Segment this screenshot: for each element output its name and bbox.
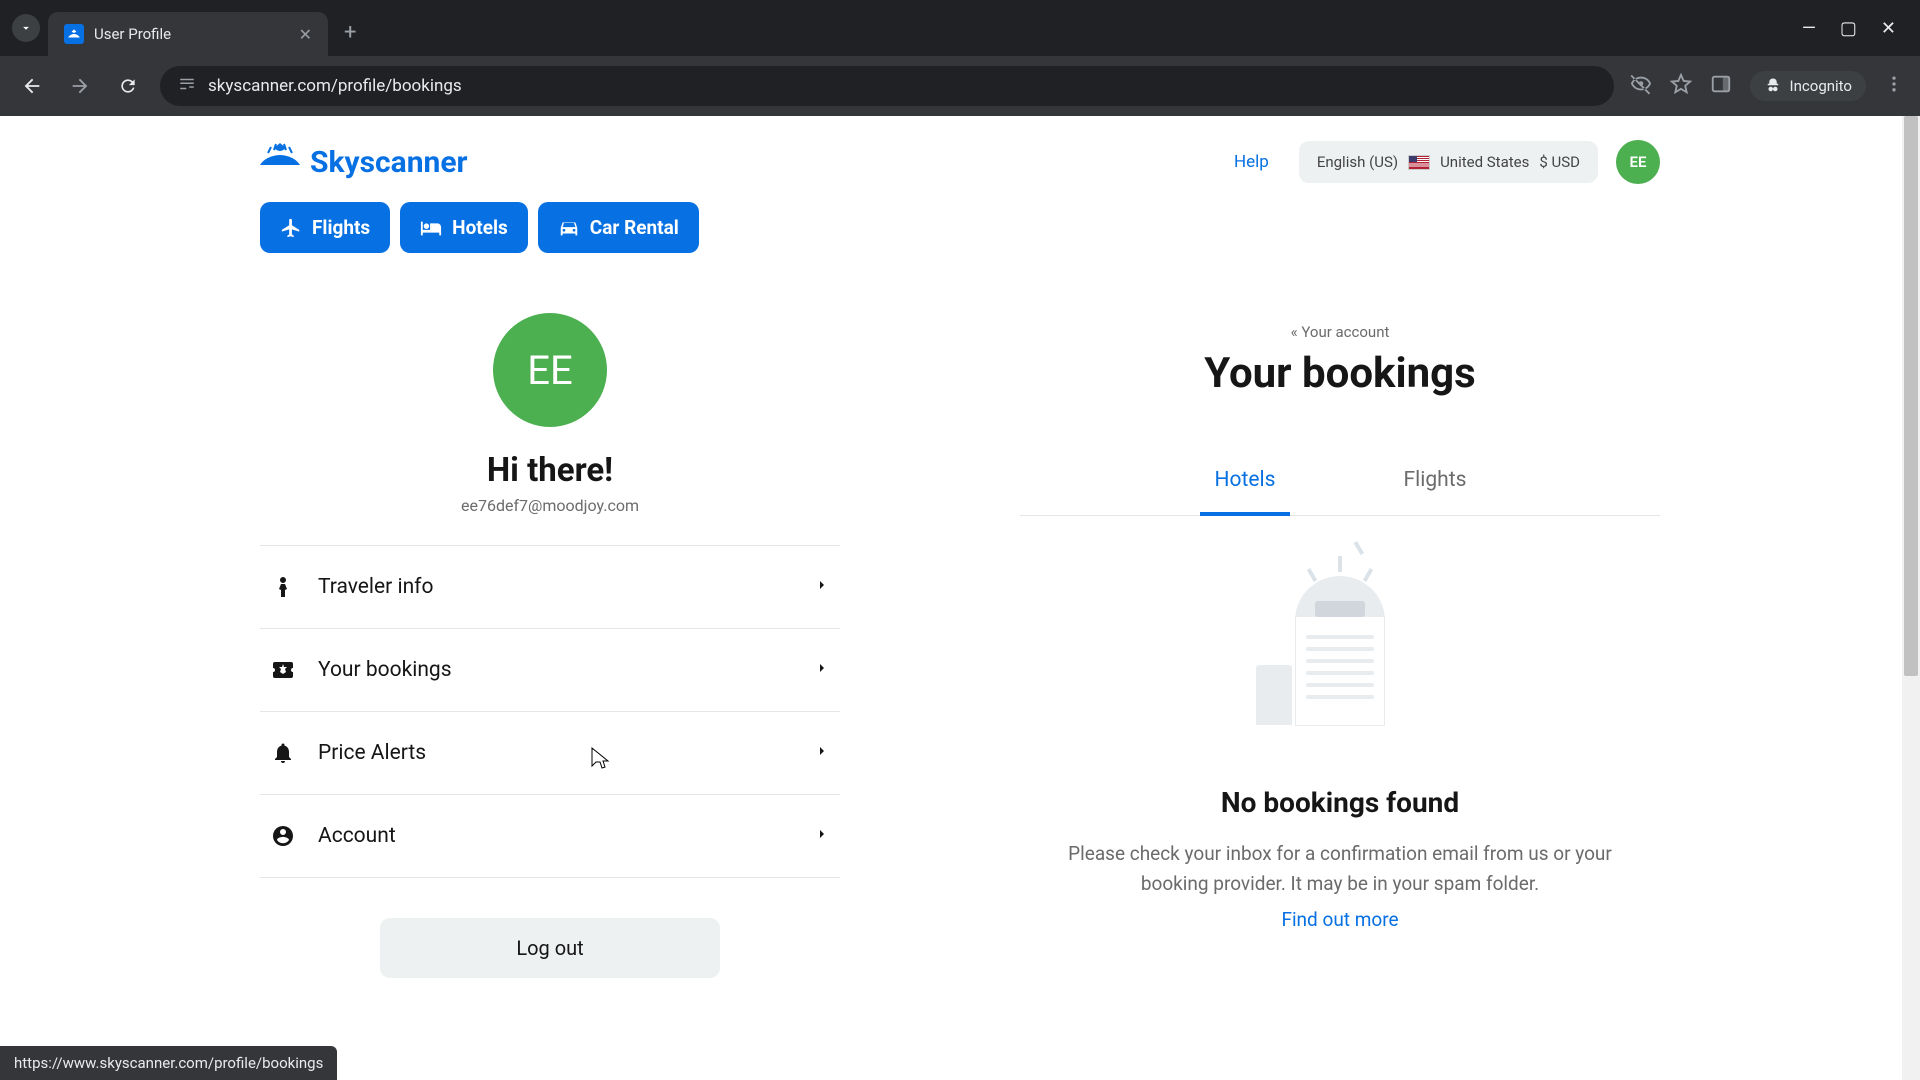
site-header: Skyscanner Help English (US) United Stat…	[260, 140, 1660, 184]
person-icon	[270, 574, 296, 600]
tab-flights[interactable]: Flights	[1390, 448, 1480, 515]
url-field[interactable]: skyscanner.com/profile/bookings	[160, 66, 1614, 106]
forward-button[interactable]	[64, 70, 96, 102]
empty-title: No bookings found	[1040, 786, 1640, 819]
maximize-icon[interactable]: ▢	[1840, 18, 1857, 39]
close-window-icon[interactable]: ✕	[1881, 18, 1896, 39]
minimize-icon[interactable]: —	[1802, 18, 1816, 39]
chevron-right-icon	[814, 577, 830, 597]
menu-your-bookings[interactable]: Your bookings	[260, 629, 840, 712]
brand-logo-icon	[260, 143, 300, 181]
menu-alerts-label: Price Alerts	[318, 741, 792, 765]
menu-price-alerts[interactable]: Price Alerts	[260, 712, 840, 795]
address-bar: skyscanner.com/profile/bookings Incognit…	[0, 56, 1920, 116]
find-out-more-link[interactable]: Find out more	[1281, 908, 1398, 931]
breadcrumb[interactable]: « Your account	[1020, 323, 1660, 341]
ticket-icon	[270, 657, 296, 683]
empty-illustration-icon	[1255, 576, 1425, 746]
locale-language: English (US)	[1317, 153, 1398, 171]
product-nav: Flights Hotels Car Rental	[260, 202, 1660, 253]
bookmark-star-icon[interactable]	[1670, 73, 1692, 99]
tab-favicon-icon	[64, 24, 84, 44]
nav-carrental-label: Car Rental	[590, 216, 679, 239]
brand-logo[interactable]: Skyscanner	[260, 143, 468, 181]
account-circle-icon	[270, 823, 296, 849]
nav-flights-label: Flights	[312, 216, 370, 239]
address-bar-icons: Incognito	[1630, 71, 1904, 101]
window-controls: — ▢ ✕	[1802, 18, 1908, 39]
logout-button[interactable]: Log out	[380, 918, 720, 978]
tab-bar: User Profile ✕ + — ▢ ✕	[0, 0, 1920, 56]
page-title: Your bookings	[1020, 349, 1660, 398]
profile-sidebar: EE Hi there! ee76def7@moodjoy.com Travel…	[260, 313, 840, 978]
locale-selector[interactable]: English (US) United States $ USD	[1299, 141, 1598, 183]
site-settings-icon[interactable]	[178, 75, 196, 98]
help-link[interactable]: Help	[1222, 144, 1281, 180]
bookings-tabs: Hotels Flights	[1020, 448, 1660, 516]
brand-name: Skyscanner	[310, 145, 468, 180]
kebab-menu-icon[interactable]	[1884, 74, 1904, 98]
tab-search-dropdown[interactable]	[12, 14, 40, 42]
browser-chrome: User Profile ✕ + — ▢ ✕ skyscanner.com/pr…	[0, 0, 1920, 116]
nav-hotels-label: Hotels	[452, 216, 508, 239]
side-panel-icon[interactable]	[1710, 73, 1732, 99]
bell-icon	[270, 740, 296, 766]
menu-account-label: Account	[318, 824, 792, 848]
flag-us-icon	[1408, 155, 1430, 170]
plane-icon	[280, 217, 302, 239]
chevron-right-icon	[814, 660, 830, 680]
tab-close-icon[interactable]: ✕	[299, 25, 312, 44]
menu-account[interactable]: Account	[260, 795, 840, 878]
incognito-label: Incognito	[1790, 77, 1852, 95]
bed-icon	[420, 217, 442, 239]
browser-tab[interactable]: User Profile ✕	[48, 12, 328, 56]
locale-currency: $ USD	[1539, 153, 1580, 171]
empty-state: No bookings found Please check your inbo…	[1040, 576, 1640, 931]
profile-block: EE Hi there! ee76def7@moodjoy.com	[260, 313, 840, 515]
nav-hotels[interactable]: Hotels	[400, 202, 528, 253]
tab-title: User Profile	[94, 25, 289, 43]
header-avatar[interactable]: EE	[1616, 140, 1660, 184]
profile-avatar: EE	[493, 313, 607, 427]
profile-email: ee76def7@moodjoy.com	[260, 496, 840, 515]
empty-text: Please check your inbox for a confirmati…	[1040, 839, 1640, 900]
menu-traveler-label: Traveler info	[318, 575, 792, 599]
status-bar: https://www.skyscanner.com/profile/booki…	[0, 1046, 337, 1080]
reload-button[interactable]	[112, 70, 144, 102]
locale-country: United States	[1440, 153, 1529, 171]
nav-flights[interactable]: Flights	[260, 202, 390, 253]
incognito-badge[interactable]: Incognito	[1750, 71, 1866, 101]
menu-traveler-info[interactable]: Traveler info	[260, 546, 840, 629]
chevron-right-icon	[814, 826, 830, 846]
eye-off-icon[interactable]	[1630, 73, 1652, 99]
new-tab-button[interactable]: +	[336, 20, 364, 45]
scrollbar-thumb[interactable]	[1904, 116, 1918, 676]
bookings-main: « Your account Your bookings Hotels Flig…	[1020, 313, 1660, 931]
profile-greeting: Hi there!	[260, 451, 840, 490]
url-text: skyscanner.com/profile/bookings	[208, 76, 462, 96]
menu-bookings-label: Your bookings	[318, 658, 792, 682]
page-viewport: Skyscanner Help English (US) United Stat…	[0, 116, 1920, 1080]
nav-carrental[interactable]: Car Rental	[538, 202, 699, 253]
profile-menu: Traveler info Your bookings	[260, 545, 840, 878]
car-icon	[558, 217, 580, 239]
back-button[interactable]	[16, 70, 48, 102]
chevron-right-icon	[814, 743, 830, 763]
scrollbar-track[interactable]	[1902, 116, 1920, 1080]
tab-hotels[interactable]: Hotels	[1200, 448, 1290, 516]
